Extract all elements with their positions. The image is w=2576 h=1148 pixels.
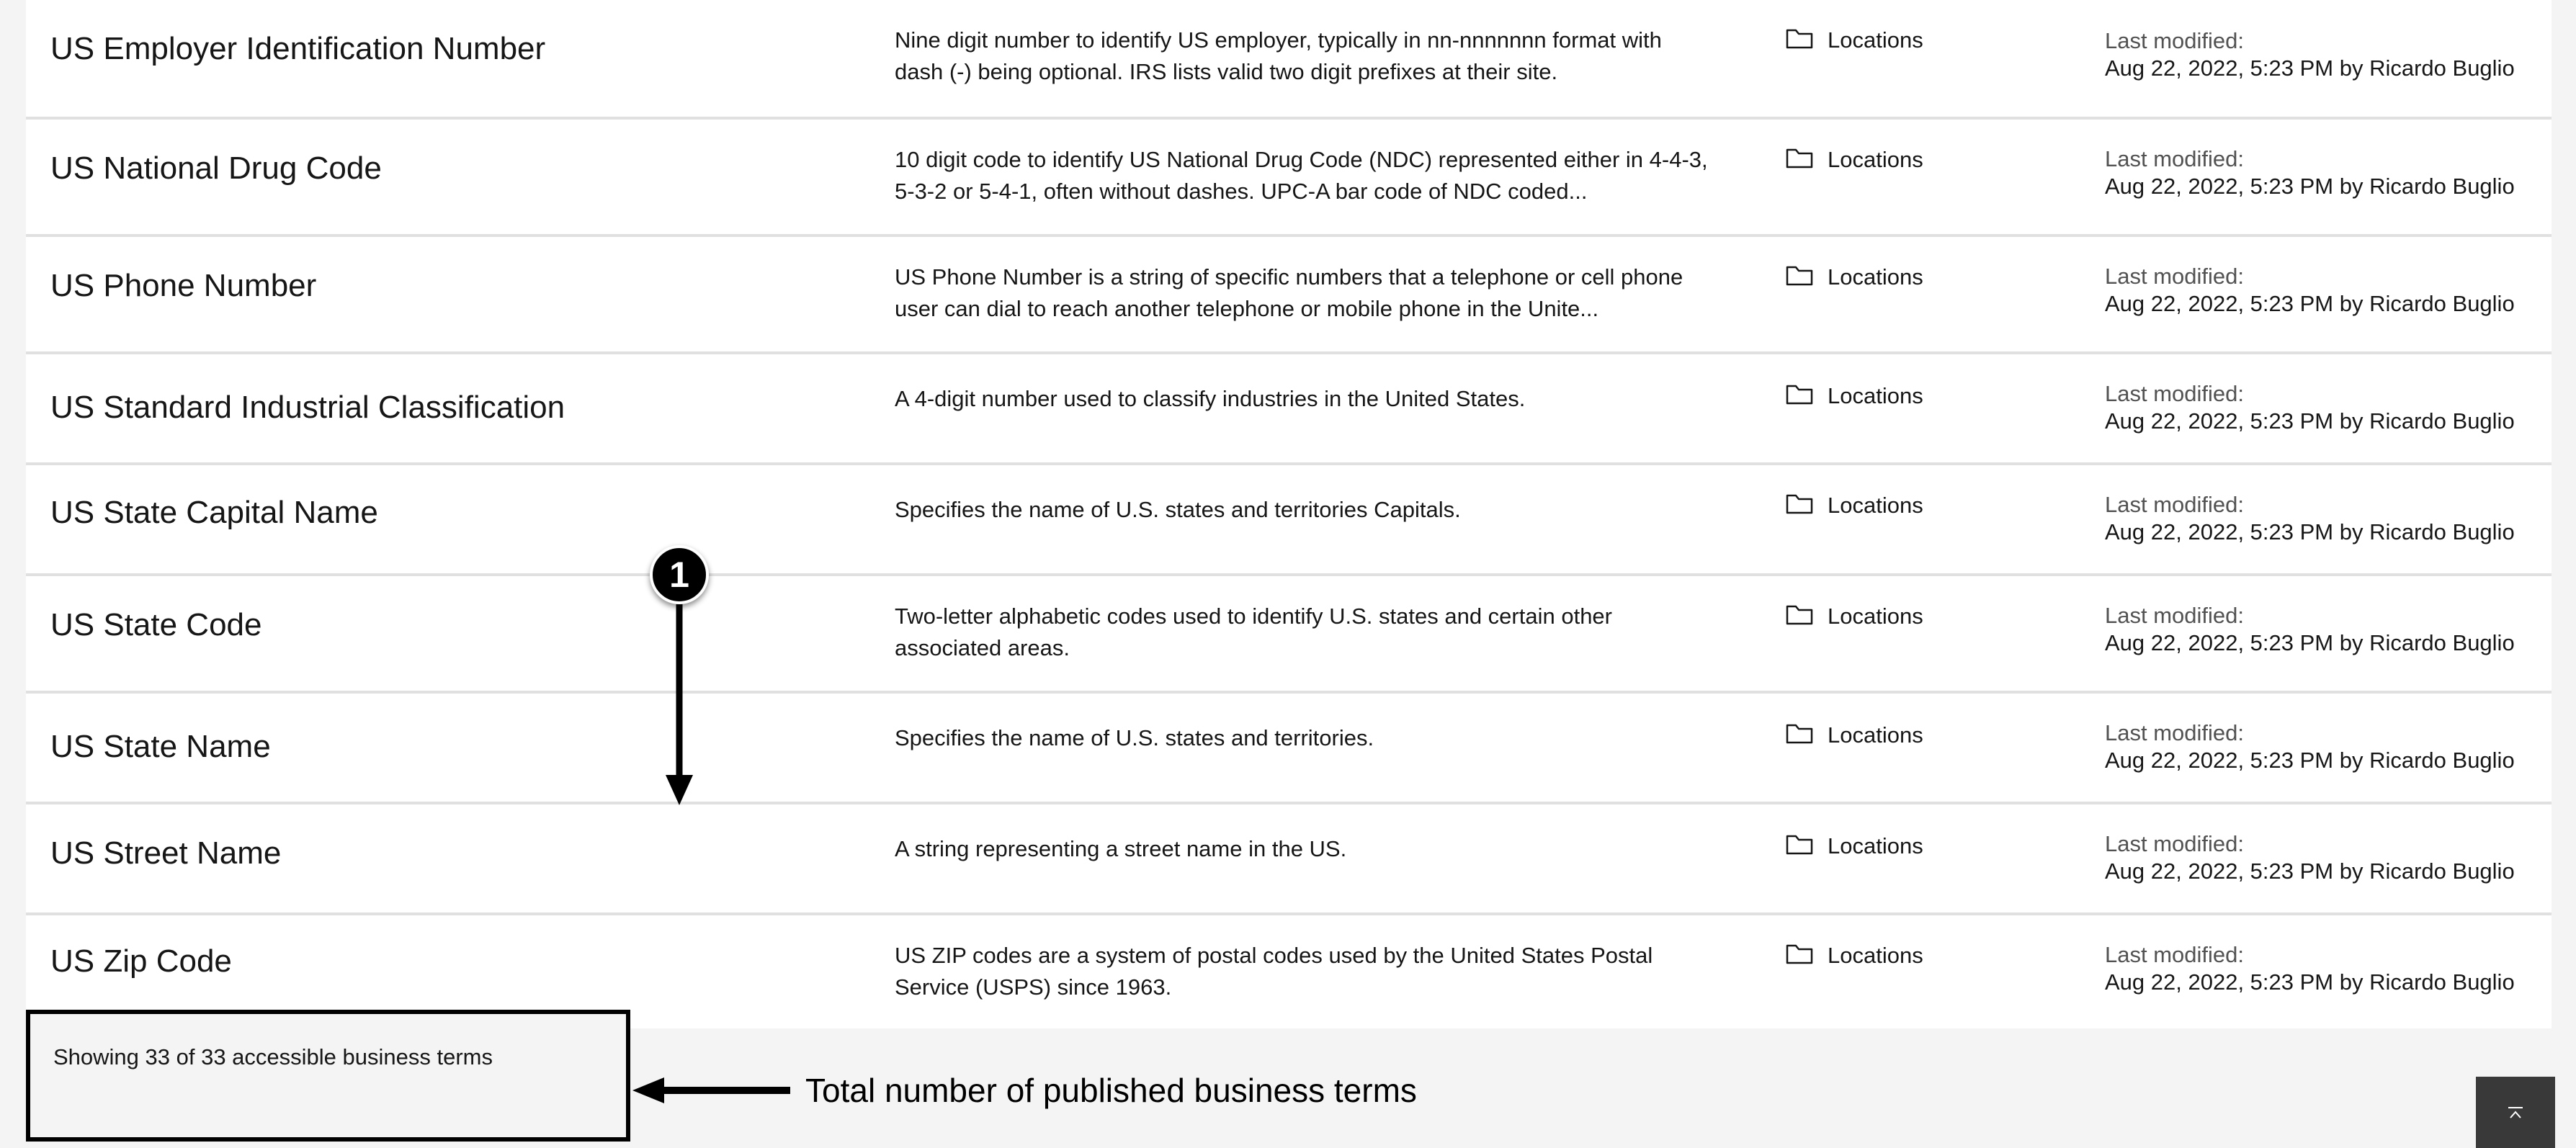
last-modified-label: Last modified: [2105, 381, 2244, 406]
term-row[interactable]: US Street Name A string representing a st… [26, 802, 2552, 912]
term-category-link[interactable]: Locations [1786, 144, 1923, 176]
term-category-link[interactable]: Locations [1786, 24, 1923, 56]
term-category-link[interactable]: Locations [1786, 940, 1923, 972]
last-modified-value: Aug 22, 2022, 5:23 PM by Ricardo Buglio [2105, 408, 2515, 434]
last-modified-value: Aug 22, 2022, 5:23 PM by Ricardo Buglio [2105, 55, 2515, 81]
back-to-top-button[interactable] [2476, 1077, 2555, 1148]
term-name-link[interactable]: US Street Name [50, 835, 281, 872]
term-category-label: Locations [1828, 722, 1923, 748]
term-description: 10 digit code to identify US National Dr… [895, 147, 1708, 204]
last-modified-label: Last modified: [2105, 603, 2244, 628]
folder-icon [1786, 835, 1813, 855]
last-modified-label: Last modified: [2105, 28, 2244, 53]
last-modified-value: Aug 22, 2022, 5:23 PM by Ricardo Buglio [2105, 969, 2515, 995]
callout-arrow-head [632, 1077, 664, 1103]
folder-icon [1786, 148, 1813, 169]
term-description: Specifies the name of U.S. states and te… [895, 725, 1374, 750]
last-modified-label: Last modified: [2105, 942, 2244, 967]
term-description: US Phone Number is a string of specific … [895, 264, 1683, 321]
term-last-modified: Last modified: Aug 22, 2022, 5:23 PM by R… [2105, 941, 2515, 996]
term-last-modified: Last modified: Aug 22, 2022, 5:23 PM by R… [2105, 830, 2515, 885]
term-row[interactable]: US National Drug Code 10 digit code to id… [26, 117, 2552, 234]
last-modified-value: Aug 22, 2022, 5:23 PM by Ricardo Buglio [2105, 174, 2515, 199]
term-row[interactable]: US Standard Industrial Classification A 4… [26, 351, 2552, 462]
term-description: A 4-digit number used to classify indust… [895, 386, 1526, 411]
term-row[interactable]: US State Capital Name Specifies the name … [26, 462, 2552, 573]
folder-icon [1786, 605, 1813, 625]
term-name-link[interactable]: US Employer Identification Number [50, 30, 545, 68]
term-description: US ZIP codes are a system of postal code… [895, 943, 1653, 1000]
last-modified-value: Aug 22, 2022, 5:23 PM by Ricardo Buglio [2105, 858, 2515, 884]
term-name-link[interactable]: US Phone Number [50, 267, 316, 305]
term-category-label: Locations [1828, 147, 1923, 172]
term-last-modified: Last modified: Aug 22, 2022, 5:23 PM by R… [2105, 602, 2515, 657]
term-category-label: Locations [1828, 943, 1923, 968]
term-last-modified: Last modified: Aug 22, 2022, 5:23 PM by R… [2105, 491, 2515, 546]
term-category-label: Locations [1828, 833, 1923, 858]
term-name-link[interactable]: US State Name [50, 728, 271, 766]
folder-icon [1786, 724, 1813, 744]
term-row[interactable]: US Employer Identification Number Nine di… [26, 0, 2552, 117]
last-modified-label: Last modified: [2105, 831, 2244, 856]
page: US Employer Identification Number Nine di… [0, 0, 2576, 1148]
last-modified-label: Last modified: [2105, 264, 2244, 289]
term-name-link[interactable]: US National Drug Code [50, 150, 382, 187]
folder-icon [1786, 944, 1813, 964]
term-name-link[interactable]: US Zip Code [50, 943, 232, 980]
term-last-modified: Last modified: Aug 22, 2022, 5:23 PM by R… [2105, 719, 2515, 774]
step-number-badge: 1 [650, 545, 709, 604]
term-last-modified: Last modified: Aug 22, 2022, 5:23 PM by R… [2105, 380, 2515, 435]
term-category-label: Locations [1828, 383, 1923, 408]
term-category-link[interactable]: Locations [1786, 719, 1923, 751]
result-count-highlight: Showing 33 of 33 accessible business ter… [26, 1010, 630, 1142]
folder-icon [1786, 494, 1813, 514]
result-count-text: Showing 33 of 33 accessible business ter… [53, 1044, 493, 1069]
last-modified-value: Aug 22, 2022, 5:23 PM by Ricardo Buglio [2105, 748, 2515, 773]
term-category-label: Locations [1828, 604, 1923, 629]
folder-icon [1786, 266, 1813, 286]
term-category-link[interactable]: Locations [1786, 490, 1923, 521]
term-category-label: Locations [1828, 493, 1923, 518]
term-name-link[interactable]: US State Code [50, 606, 262, 644]
term-category-link[interactable]: Locations [1786, 830, 1923, 862]
term-row[interactable]: US State Name Specifies the name of U.S. … [26, 691, 2552, 802]
last-modified-label: Last modified: [2105, 720, 2244, 745]
term-category-link[interactable]: Locations [1786, 261, 1923, 293]
last-modified-value: Aug 22, 2022, 5:23 PM by Ricardo Buglio [2105, 519, 2515, 544]
term-description: A string representing a street name in t… [895, 836, 1347, 861]
term-name-link[interactable]: US Standard Industrial Classification [50, 389, 565, 426]
term-description: Two-letter alphabetic codes used to iden… [895, 604, 1612, 660]
last-modified-label: Last modified: [2105, 146, 2244, 171]
term-category-link[interactable]: Locations [1786, 380, 1923, 412]
last-modified-value: Aug 22, 2022, 5:23 PM by Ricardo Buglio [2105, 630, 2515, 655]
term-last-modified: Last modified: Aug 22, 2022, 5:23 PM by R… [2105, 27, 2515, 82]
folder-icon [1786, 385, 1813, 405]
term-name-link[interactable]: US State Capital Name [50, 494, 378, 532]
term-description: Specifies the name of U.S. states and te… [895, 497, 1461, 522]
arrow-up-to-top-icon [2508, 1106, 2523, 1118]
term-last-modified: Last modified: Aug 22, 2022, 5:23 PM by R… [2105, 263, 2515, 318]
term-row[interactable]: US State Code Two-letter alphabetic codes… [26, 573, 2552, 691]
business-terms-list: US Employer Identification Number Nine di… [26, 0, 2552, 1028]
folder-icon [1786, 29, 1813, 49]
term-last-modified: Last modified: Aug 22, 2022, 5:23 PM by R… [2105, 145, 2515, 200]
term-category-label: Locations [1828, 27, 1923, 53]
term-row[interactable]: US Phone Number US Phone Number is a stri… [26, 234, 2552, 351]
term-description: Nine digit number to identify US employe… [895, 27, 1662, 84]
term-category-link[interactable]: Locations [1786, 601, 1923, 632]
term-category-label: Locations [1828, 264, 1923, 290]
last-modified-value: Aug 22, 2022, 5:23 PM by Ricardo Buglio [2105, 291, 2515, 316]
last-modified-label: Last modified: [2105, 492, 2244, 517]
callout-label: Total number of published business terms [805, 1072, 1417, 1109]
